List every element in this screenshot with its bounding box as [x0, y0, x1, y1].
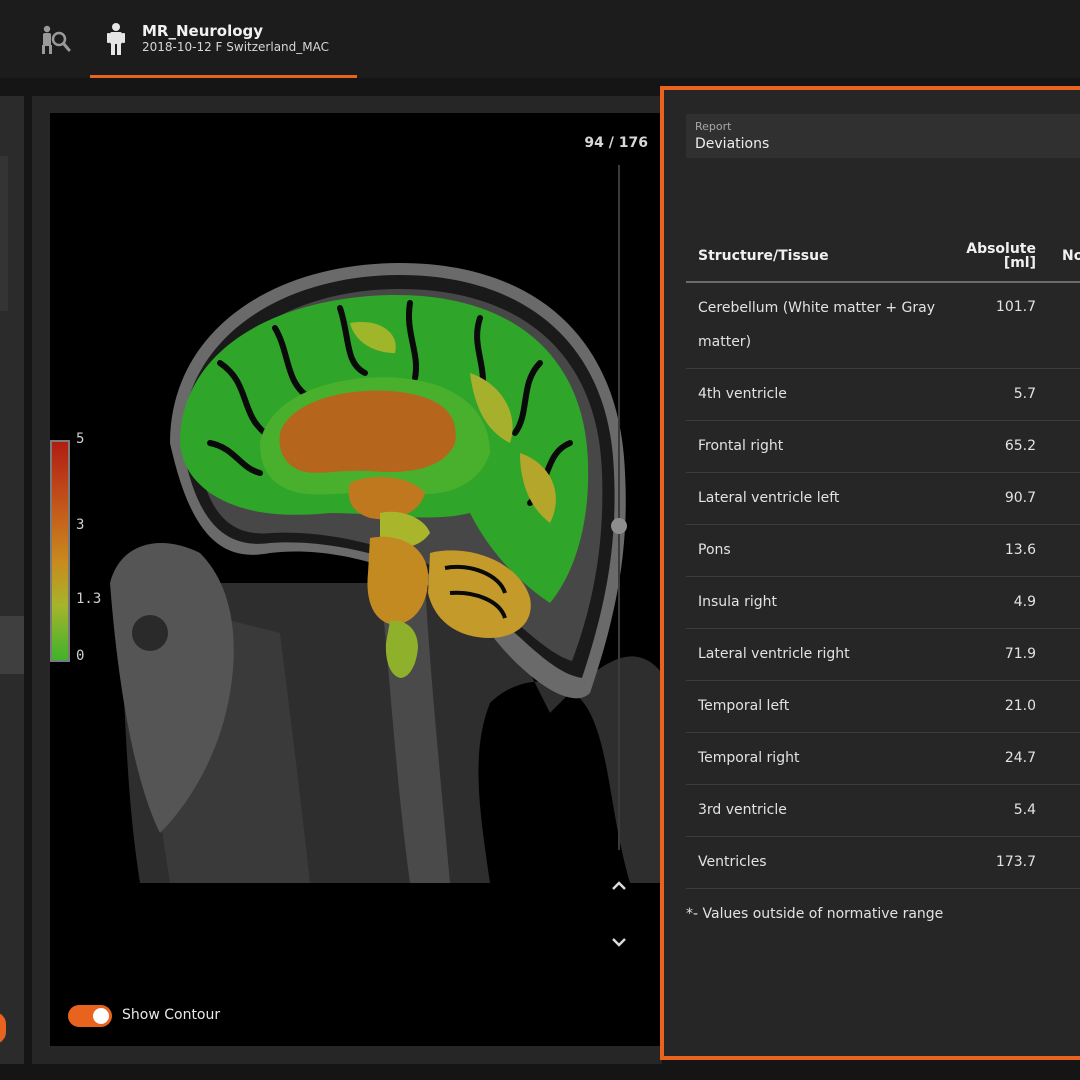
show-contour-label: Show Contour — [122, 1007, 221, 1023]
cell-absolute: 173.7 — [948, 836, 1036, 889]
report-select-value: Deviations — [695, 136, 770, 152]
table-row[interactable]: Lateral ventricle left 90.7 — [686, 472, 1080, 525]
table-row[interactable]: Pons 13.6 — [686, 524, 1080, 577]
cell-absolute: 4.9 — [948, 576, 1036, 629]
cell-absolute: 13.6 — [948, 524, 1036, 577]
table-row[interactable]: Cerebellum (White matter + Gray matter) 1… — [686, 282, 1080, 369]
cell-absolute: 101.7 — [948, 282, 1036, 369]
cell-normalized — [1036, 732, 1080, 785]
column-header-absolute-unit: [ml] — [1003, 254, 1036, 271]
cell-absolute: 71.9 — [948, 628, 1036, 681]
cell-normalized — [1036, 680, 1080, 733]
cell-normalized — [1036, 784, 1080, 837]
colorbar-label-max: 5 — [76, 431, 85, 447]
cell-structure: Insula right — [686, 576, 948, 629]
cell-structure: Temporal right — [686, 732, 948, 785]
cell-normalized — [1036, 576, 1080, 629]
column-header-structure[interactable]: Structure/Tissue — [686, 230, 948, 283]
slice-counter: 94 / 176 — [584, 135, 648, 151]
report-panel: Report Deviations Structure/Tissue Absol… — [660, 86, 1080, 1060]
table-row[interactable]: Temporal right 24.7 — [686, 732, 1080, 785]
table-row[interactable]: Temporal left 21.0 — [686, 680, 1080, 733]
patient-info: 2018-10-12 F Switzerland_MAC — [142, 40, 329, 54]
column-header-normalized[interactable]: No — [1036, 230, 1080, 283]
person-icon — [106, 22, 126, 56]
table-header-row: Structure/Tissue Absolute [ml] No — [686, 230, 1080, 283]
mri-sagittal-image — [110, 263, 662, 883]
toggle-knob — [93, 1008, 109, 1024]
cell-normalized — [1036, 472, 1080, 525]
cell-normalized — [1036, 628, 1080, 681]
top-bar: MR_Neurology 2018-10-12 F Switzerland_MA… — [0, 0, 1080, 78]
show-contour-toggle[interactable] — [68, 1005, 112, 1027]
cell-absolute: 5.4 — [948, 784, 1036, 837]
cell-absolute: 24.7 — [948, 732, 1036, 785]
cell-absolute: 65.2 — [948, 420, 1036, 473]
table-row[interactable]: Lateral ventricle right 71.9 — [686, 628, 1080, 681]
table-row[interactable]: Ventricles 173.7 — [686, 836, 1080, 889]
table-row[interactable]: Insula right 4.9 — [686, 576, 1080, 629]
colorbar-label-mid-high: 3 — [76, 517, 85, 533]
cell-normalized — [1036, 524, 1080, 577]
cell-structure: Cerebellum (White matter + Gray matter) — [686, 282, 948, 369]
cell-structure: 3rd ventricle — [686, 784, 948, 837]
report-select-caption: Report — [695, 120, 732, 133]
cell-absolute: 90.7 — [948, 472, 1036, 525]
image-viewer[interactable]: 94 / 176 5 3 1.3 0 Show Contour — [50, 113, 662, 1046]
cell-normalized — [1036, 282, 1080, 369]
left-panel-item[interactable] — [0, 156, 8, 311]
chevron-up-icon[interactable] — [608, 875, 630, 897]
deviation-colorbar — [50, 440, 70, 662]
colorbar-label-min: 0 — [76, 648, 85, 664]
left-panel-item-selected[interactable] — [0, 616, 24, 674]
colorbar-label-mid-low: 1.3 — [76, 591, 102, 607]
chevron-down-icon[interactable] — [608, 931, 630, 953]
cell-normalized — [1036, 368, 1080, 421]
cell-structure: Lateral ventricle right — [686, 628, 948, 681]
table-row[interactable]: Frontal right 65.2 — [686, 420, 1080, 473]
deviations-table: Structure/Tissue Absolute [ml] No Cerebe… — [686, 230, 1080, 889]
report-type-select[interactable]: Report Deviations — [686, 114, 1080, 158]
slice-scrollbar[interactable] — [618, 165, 620, 850]
cell-structure: 4th ventricle — [686, 368, 948, 421]
cell-absolute: 5.7 — [948, 368, 1036, 421]
patient-search-icon[interactable] — [36, 22, 72, 58]
left-panel — [0, 96, 24, 1064]
cell-normalized — [1036, 420, 1080, 473]
cell-normalized — [1036, 836, 1080, 889]
normative-range-footnote: *- Values outside of normative range — [686, 906, 944, 922]
cell-structure: Frontal right — [686, 420, 948, 473]
cell-structure: Pons — [686, 524, 948, 577]
cell-absolute: 21.0 — [948, 680, 1036, 733]
slice-scrollbar-thumb[interactable] — [611, 518, 627, 534]
cell-structure: Lateral ventricle left — [686, 472, 948, 525]
cell-structure: Temporal left — [686, 680, 948, 733]
patient-tab[interactable]: MR_Neurology 2018-10-12 F Switzerland_MA… — [90, 0, 357, 78]
patient-name: MR_Neurology — [142, 22, 264, 40]
table-row[interactable]: 3rd ventricle 5.4 — [686, 784, 1080, 837]
cell-structure: Ventricles — [686, 836, 948, 889]
table-row[interactable]: 4th ventricle 5.7 — [686, 368, 1080, 421]
column-header-absolute[interactable]: Absolute [ml] — [948, 230, 1036, 283]
active-tab-indicator — [90, 75, 357, 78]
